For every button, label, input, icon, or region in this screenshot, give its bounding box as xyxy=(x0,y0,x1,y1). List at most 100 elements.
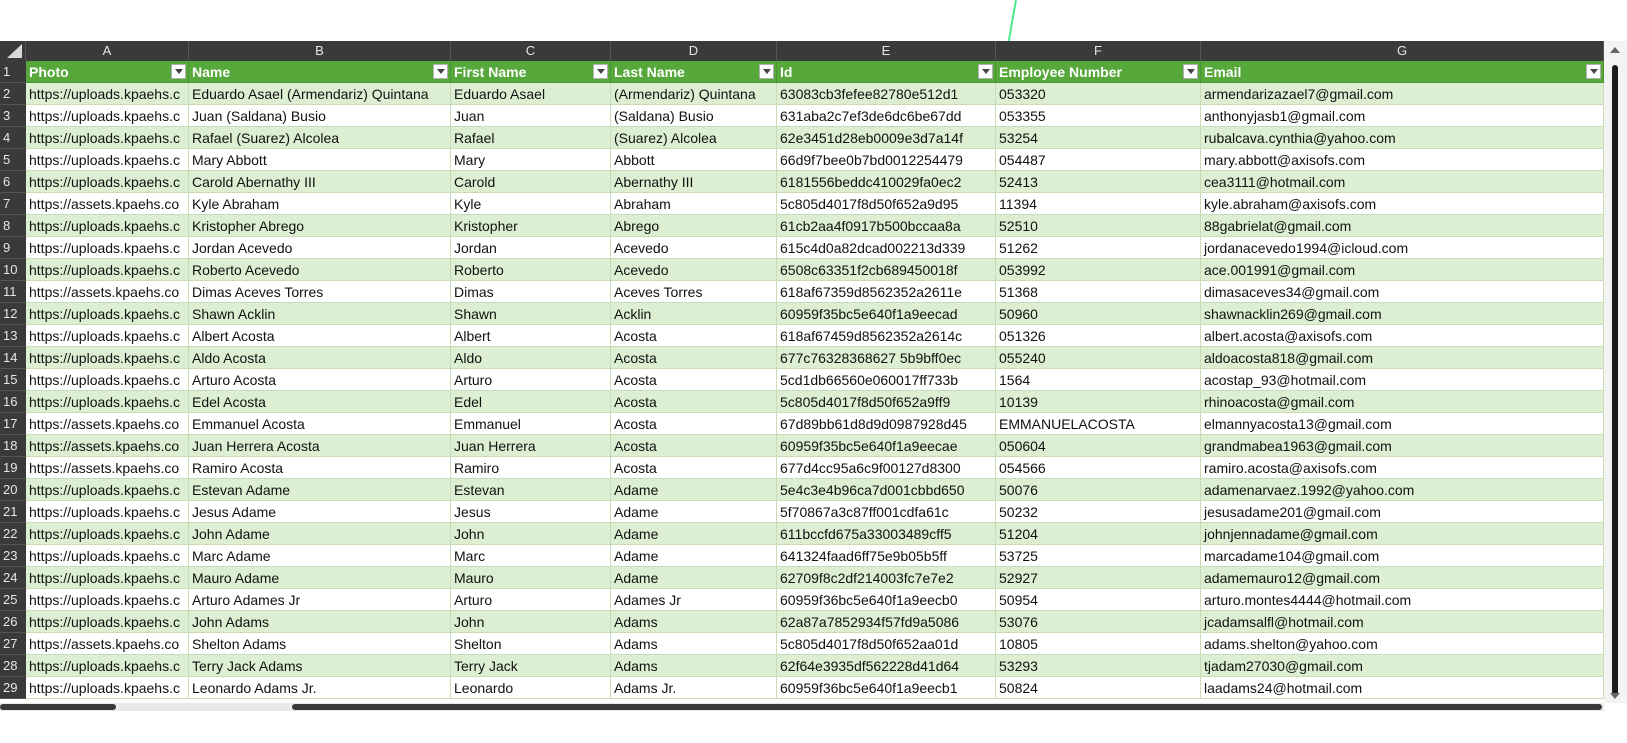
header-cell-first-name[interactable]: First Name xyxy=(451,61,611,83)
cell-first-name[interactable]: Mauro xyxy=(451,567,611,589)
filter-dropdown-icon[interactable] xyxy=(1183,64,1198,79)
cell-last-name[interactable]: Abbott xyxy=(611,149,777,171)
cell-last-name[interactable]: Adame xyxy=(611,523,777,545)
cell-id[interactable]: 6181556beddc410029fa0ec2 xyxy=(777,171,996,193)
cell-email[interactable]: adamemauro12@gmail.com xyxy=(1201,567,1604,589)
scroll-up-icon[interactable] xyxy=(1610,47,1620,53)
cell-last-name[interactable]: Abrego xyxy=(611,215,777,237)
cell-employee-number[interactable]: 50076 xyxy=(996,479,1201,501)
column-header-c[interactable]: C xyxy=(451,41,611,61)
row-number[interactable]: 9 xyxy=(0,237,26,259)
cell-id[interactable]: 677c76328368627 5b9bff0ec xyxy=(777,347,996,369)
header-cell-photo[interactable]: Photo xyxy=(26,61,189,83)
row-number[interactable]: 1 xyxy=(0,61,26,83)
cell-name[interactable]: Ramiro Acosta xyxy=(189,457,451,479)
cell-name[interactable]: Jordan Acevedo xyxy=(189,237,451,259)
header-cell-name[interactable]: Name xyxy=(189,61,451,83)
cell-name[interactable]: Roberto Acevedo xyxy=(189,259,451,281)
cell-email[interactable]: dimasaceves34@gmail.com xyxy=(1201,281,1604,303)
cell-employee-number[interactable]: 52927 xyxy=(996,567,1201,589)
cell-id[interactable]: 60959f36bc5e640f1a9eecb1 xyxy=(777,677,996,699)
vertical-scroll-thumb[interactable] xyxy=(1612,65,1618,695)
row-number[interactable]: 8 xyxy=(0,215,26,237)
cell-last-name[interactable]: (Saldana) Busio xyxy=(611,105,777,127)
cell-first-name[interactable]: Roberto xyxy=(451,259,611,281)
cell-employee-number[interactable]: 050604 xyxy=(996,435,1201,457)
cell-last-name[interactable]: Adame xyxy=(611,567,777,589)
cell-last-name[interactable]: Adams xyxy=(611,633,777,655)
cell-employee-number[interactable]: 50232 xyxy=(996,501,1201,523)
cell-first-name[interactable]: Rafael xyxy=(451,127,611,149)
cell-email[interactable]: grandmabea1963@gmail.com xyxy=(1201,435,1604,457)
cell-name[interactable]: Albert Acosta xyxy=(189,325,451,347)
cell-first-name[interactable]: Estevan xyxy=(451,479,611,501)
row-number[interactable]: 16 xyxy=(0,391,26,413)
cell-email[interactable]: johnjennadame@gmail.com xyxy=(1201,523,1604,545)
filter-dropdown-icon[interactable] xyxy=(1586,64,1601,79)
cell-first-name[interactable]: Leonardo xyxy=(451,677,611,699)
cell-first-name[interactable]: Dimas xyxy=(451,281,611,303)
cell-photo[interactable]: https://uploads.kpaehs.c xyxy=(26,589,189,611)
cell-name[interactable]: Eduardo Asael (Armendariz) Quintana xyxy=(189,83,451,105)
cell-last-name[interactable]: Acklin xyxy=(611,303,777,325)
cell-name[interactable]: Terry Jack Adams xyxy=(189,655,451,677)
cell-first-name[interactable]: Juan xyxy=(451,105,611,127)
sheet-tab-scroll-thumb[interactable] xyxy=(0,704,116,710)
cell-employee-number[interactable]: 055240 xyxy=(996,347,1201,369)
cell-name[interactable]: Arturo Adames Jr xyxy=(189,589,451,611)
row-number[interactable]: 26 xyxy=(0,611,26,633)
row-number[interactable]: 7 xyxy=(0,193,26,215)
cell-photo[interactable]: https://uploads.kpaehs.c xyxy=(26,479,189,501)
cell-name[interactable]: Edel Acosta xyxy=(189,391,451,413)
row-number[interactable]: 2 xyxy=(0,83,26,105)
cell-email[interactable]: cea3111@hotmail.com xyxy=(1201,171,1604,193)
cell-id[interactable]: 5e4c3e4b96ca7d001cbbd650 xyxy=(777,479,996,501)
cell-first-name[interactable]: Carold xyxy=(451,171,611,193)
cell-first-name[interactable]: Shawn xyxy=(451,303,611,325)
cell-email[interactable]: acostap_93@hotmail.com xyxy=(1201,369,1604,391)
row-number[interactable]: 23 xyxy=(0,545,26,567)
cell-id[interactable]: 62e3451d28eb0009e3d7a14f xyxy=(777,127,996,149)
cell-last-name[interactable]: Adame xyxy=(611,479,777,501)
cell-first-name[interactable]: Jesus xyxy=(451,501,611,523)
cell-employee-number[interactable]: 054566 xyxy=(996,457,1201,479)
cell-email[interactable]: arturo.montes4444@hotmail.com xyxy=(1201,589,1604,611)
row-number[interactable]: 19 xyxy=(0,457,26,479)
cell-id[interactable]: 62709f8c2df214003fc7e7e2 xyxy=(777,567,996,589)
cell-photo[interactable]: https://uploads.kpaehs.c xyxy=(26,347,189,369)
cell-photo[interactable]: https://uploads.kpaehs.c xyxy=(26,303,189,325)
cell-photo[interactable]: https://uploads.kpaehs.c xyxy=(26,171,189,193)
scroll-down-icon[interactable] xyxy=(1610,693,1620,699)
cell-name[interactable]: Kyle Abraham xyxy=(189,193,451,215)
cell-employee-number[interactable]: 53293 xyxy=(996,655,1201,677)
header-cell-employee-number[interactable]: Employee Number xyxy=(996,61,1201,83)
cell-photo[interactable]: https://uploads.kpaehs.c xyxy=(26,83,189,105)
cell-last-name[interactable]: Adams Jr. xyxy=(611,677,777,699)
header-cell-id[interactable]: Id xyxy=(777,61,996,83)
cell-employee-number[interactable]: 11394 xyxy=(996,193,1201,215)
cell-photo[interactable]: https://uploads.kpaehs.c xyxy=(26,149,189,171)
cell-employee-number[interactable]: 054487 xyxy=(996,149,1201,171)
cell-email[interactable]: jordanacevedo1994@icloud.com xyxy=(1201,237,1604,259)
cell-last-name[interactable]: (Suarez) Alcolea xyxy=(611,127,777,149)
cell-employee-number[interactable]: 51368 xyxy=(996,281,1201,303)
cell-first-name[interactable]: Jordan xyxy=(451,237,611,259)
cell-id[interactable]: 67d89bb61d8d9d0987928d45 xyxy=(777,413,996,435)
cell-name[interactable]: Mary Abbott xyxy=(189,149,451,171)
horizontal-scroll-thumb[interactable] xyxy=(292,704,1602,710)
row-number[interactable]: 14 xyxy=(0,347,26,369)
cell-id[interactable]: 62f64e3935df562228d41d64 xyxy=(777,655,996,677)
cell-email[interactable]: kyle.abraham@axisofs.com xyxy=(1201,193,1604,215)
cell-first-name[interactable]: Marc xyxy=(451,545,611,567)
column-header-e[interactable]: E xyxy=(777,41,996,61)
column-header-d[interactable]: D xyxy=(611,41,777,61)
cell-id[interactable]: 631aba2c7ef3de6dc6be67dd xyxy=(777,105,996,127)
row-number[interactable]: 24 xyxy=(0,567,26,589)
row-number[interactable]: 3 xyxy=(0,105,26,127)
cell-first-name[interactable]: Emmanuel xyxy=(451,413,611,435)
cell-first-name[interactable]: Juan Herrera xyxy=(451,435,611,457)
cell-photo[interactable]: https://assets.kpaehs.co xyxy=(26,457,189,479)
cell-email[interactable]: jesusadame201@gmail.com xyxy=(1201,501,1604,523)
cell-last-name[interactable]: Abernathy III xyxy=(611,171,777,193)
cell-last-name[interactable]: Adames Jr xyxy=(611,589,777,611)
